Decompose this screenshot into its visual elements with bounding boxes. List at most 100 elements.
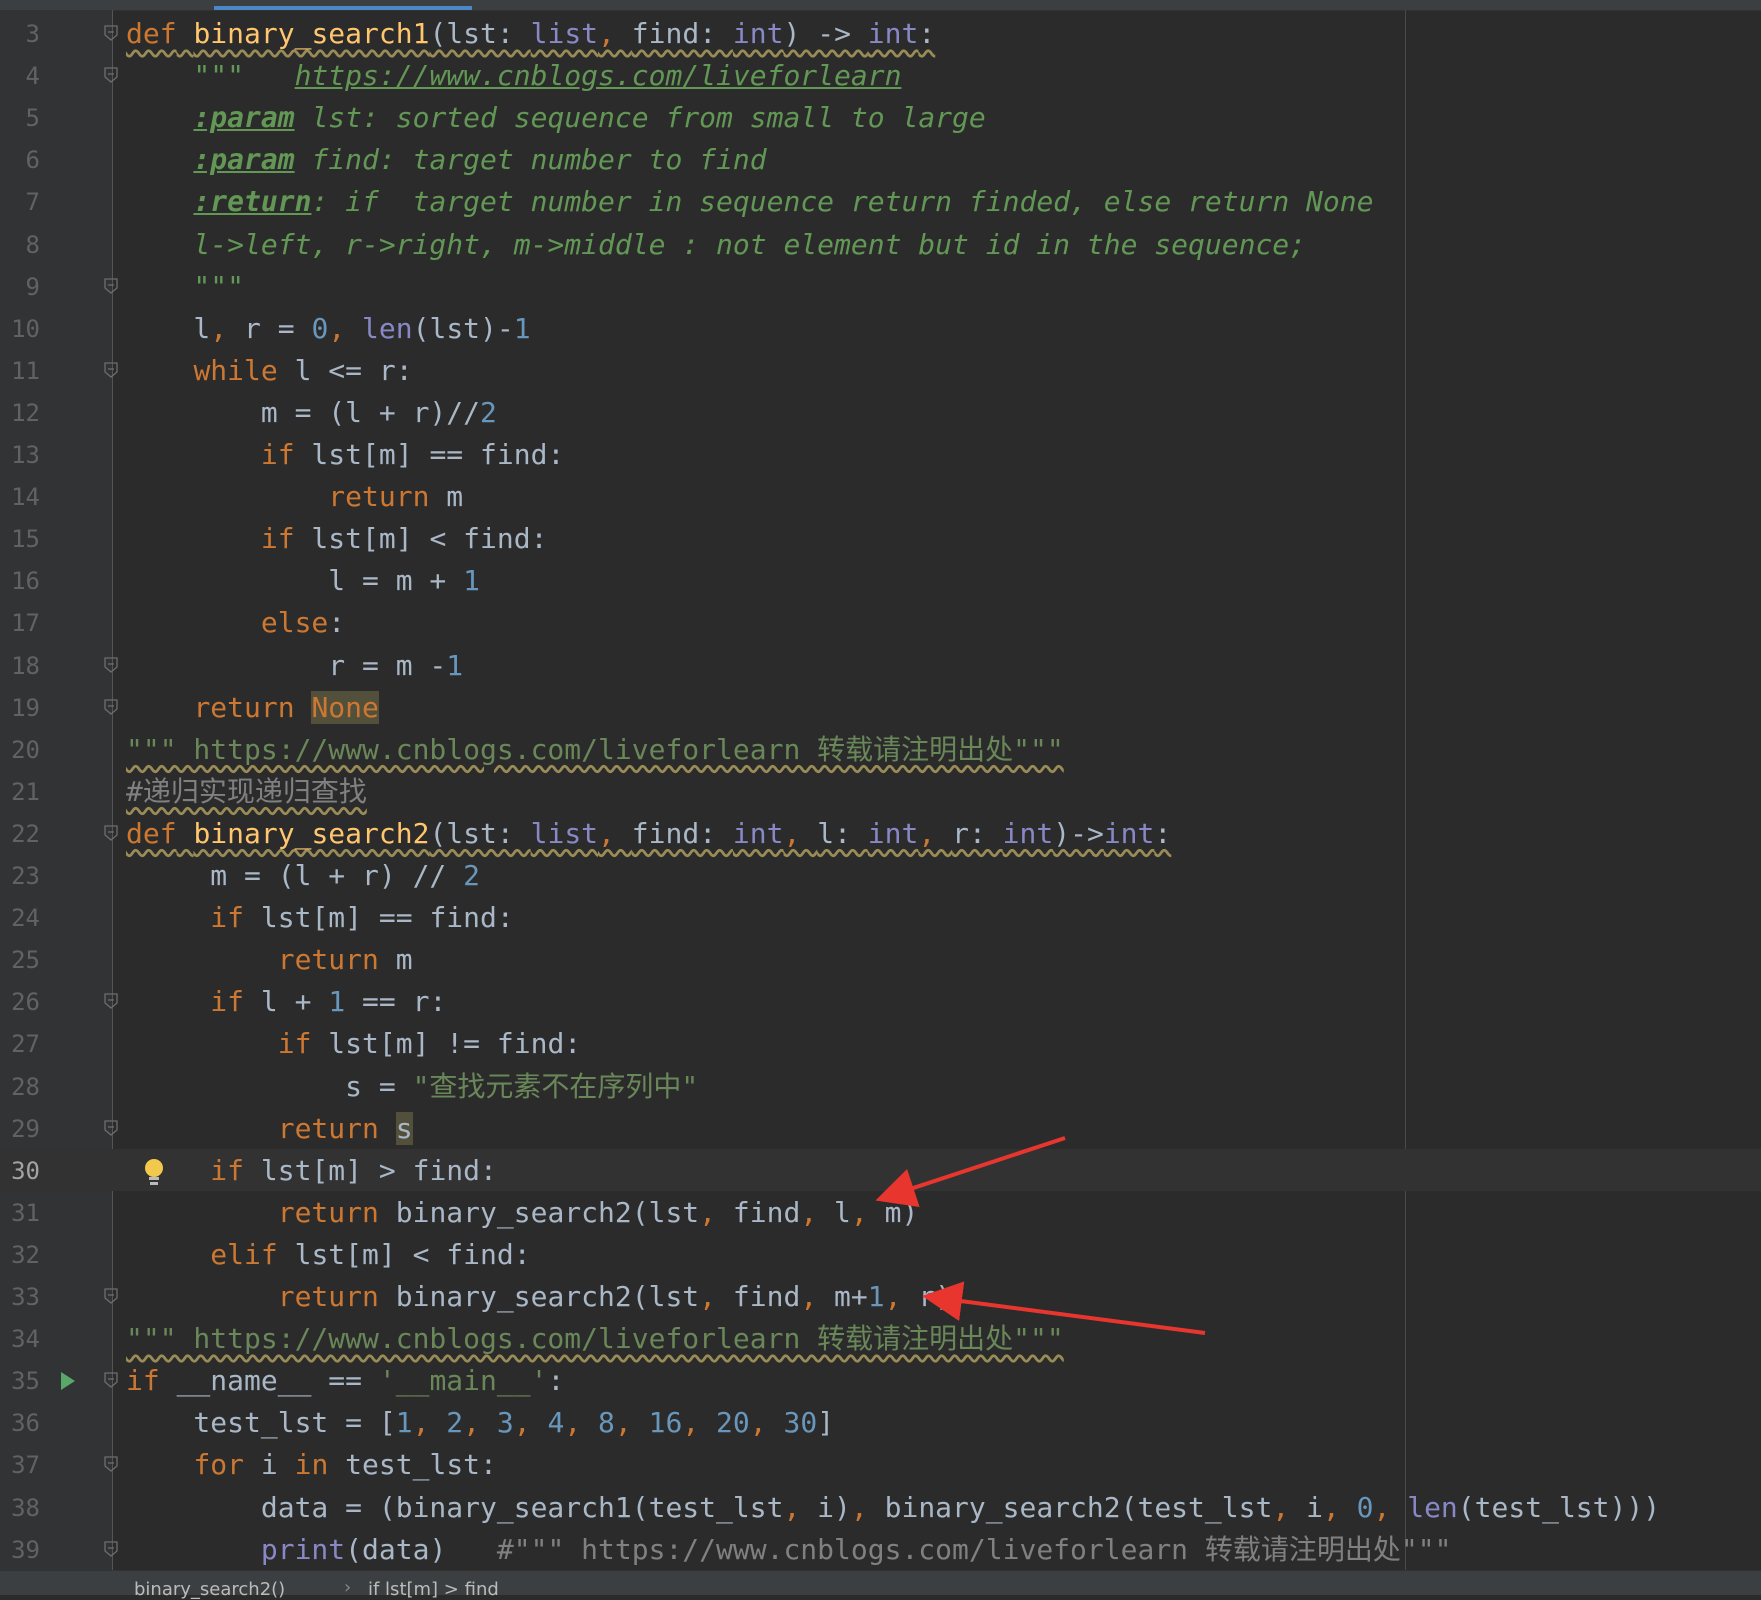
line-number[interactable]: 12 [0, 399, 40, 427]
code-text[interactable]: if lst[m] == find: [126, 902, 513, 934]
code-line[interactable]: 7 :return: if target number in sequence … [0, 180, 1761, 222]
code-text[interactable]: if lst[m] == find: [126, 439, 564, 471]
line-number[interactable]: 29 [0, 1115, 40, 1143]
line-number[interactable]: 26 [0, 988, 40, 1016]
code-text[interactable]: l->left, r->right, m->middle : not eleme… [126, 228, 1306, 261]
line-number[interactable]: 33 [0, 1283, 40, 1311]
fold-marker-icon[interactable] [104, 1540, 118, 1557]
code-line[interactable]: 31 return binary_search2(lst, find, l, m… [0, 1191, 1761, 1233]
code-text[interactable]: return None [126, 690, 379, 724]
code-text[interactable]: return binary_search2(lst, find, m+1, r) [126, 1281, 952, 1313]
line-number[interactable]: 18 [0, 652, 40, 680]
code-line[interactable]: 36 test_lst = [1, 2, 3, 4, 8, 16, 20, 30… [0, 1401, 1761, 1443]
fold-marker-icon[interactable] [104, 698, 118, 715]
line-number[interactable]: 17 [0, 609, 40, 637]
line-number[interactable]: 36 [0, 1409, 40, 1437]
line-number[interactable]: 37 [0, 1451, 40, 1479]
line-number[interactable]: 10 [0, 315, 40, 343]
fold-marker-icon[interactable] [104, 1119, 118, 1136]
code-text[interactable]: def binary_search1(lst: list, find: int)… [126, 18, 935, 50]
line-number[interactable]: 31 [0, 1199, 40, 1227]
line-number[interactable]: 16 [0, 567, 40, 595]
code-line[interactable]: 21 #递归实现递归查找 [0, 770, 1761, 812]
code-line[interactable]: 25 return m [0, 938, 1761, 980]
code-text[interactable]: return binary_search2(lst, find, l, m) [126, 1196, 919, 1229]
code-line[interactable]: 19 return None [0, 686, 1761, 728]
code-text[interactable]: l, r = 0, len(lst)-1 [126, 312, 530, 345]
code-text[interactable]: else: [126, 607, 345, 639]
code-text[interactable]: :return: if target number in sequence re… [126, 186, 1373, 218]
line-number[interactable]: 24 [0, 904, 40, 932]
code-line[interactable]: 32 elif lst[m] < find: [0, 1233, 1761, 1275]
code-text[interactable]: l = m + 1 [126, 565, 480, 597]
code-line[interactable]: 14 return m [0, 475, 1761, 517]
code-line[interactable]: 12 m = (l + r)//2 [0, 391, 1761, 433]
code-line[interactable]: 39 print(data) #""" https://www.cnblogs.… [0, 1528, 1761, 1570]
code-text[interactable]: data = (binary_search1(test_lst, i), bin… [126, 1491, 1660, 1524]
code-line[interactable]: 34 """ https://www.cnblogs.com/liveforlea… [0, 1317, 1761, 1359]
code-text[interactable]: if __name__ == '__main__': [126, 1365, 564, 1397]
code-text[interactable]: return m [126, 944, 413, 976]
code-text[interactable]: for i in test_lst: [126, 1449, 496, 1481]
code-line[interactable]: 3 def binary_search1(lst: list, find: int… [0, 12, 1761, 54]
code-text[interactable]: """ https://www.cnblogs.com/liveforlearn… [126, 733, 1064, 766]
line-number[interactable]: 23 [0, 862, 40, 890]
fold-marker-icon[interactable] [104, 1456, 118, 1473]
code-text[interactable]: s = "查找元素不在序列中" [126, 1070, 698, 1103]
code-text[interactable]: print(data) #""" https://www.cnblogs.com… [126, 1533, 1452, 1566]
code-text[interactable]: """ https://www.cnblogs.com/liveforlearn… [126, 1323, 1064, 1355]
line-number[interactable]: 4 [0, 62, 40, 90]
code-line[interactable]: 27 if lst[m] != find: [0, 1022, 1761, 1064]
fold-marker-icon[interactable] [104, 656, 118, 673]
code-line[interactable]: 24 if lst[m] == find: [0, 896, 1761, 938]
line-number[interactable]: 5 [0, 104, 40, 132]
breadcrumb-item-function[interactable]: binary_search2() [134, 1579, 285, 1600]
code-line[interactable]: 23 m = (l + r) // 2 [0, 854, 1761, 896]
code-line[interactable]: 10 l, r = 0, len(lst)-1 [0, 307, 1761, 349]
fold-marker-icon[interactable] [104, 825, 118, 841]
code-line[interactable]: 17 else: [0, 601, 1761, 643]
code-text[interactable]: def binary_search2(lst: list, find: int,… [126, 817, 1171, 850]
line-number[interactable]: 22 [0, 820, 40, 848]
code-line[interactable]: 20 """ https://www.cnblogs.com/liveforlea… [0, 728, 1761, 770]
fold-marker-icon[interactable] [104, 25, 118, 41]
active-tab-indicator[interactable] [214, 6, 472, 10]
line-number[interactable]: 38 [0, 1494, 40, 1522]
fold-marker-icon[interactable] [104, 1288, 118, 1304]
code-text[interactable]: m = (l + r)//2 [126, 396, 497, 429]
code-line[interactable]: 38 data = (binary_search1(test_lst, i), … [0, 1486, 1761, 1528]
line-number[interactable]: 3 [0, 20, 40, 48]
code-line[interactable]: 35 if __name__ == '__main__': [0, 1359, 1761, 1401]
code-line[interactable]: 22 def binary_search2(lst: list, find: in… [0, 812, 1761, 854]
code-text[interactable]: return s [126, 1111, 413, 1145]
code-line[interactable]: 5 :param lst: sorted sequence from small… [0, 96, 1761, 138]
line-number[interactable]: 14 [0, 483, 40, 511]
line-number[interactable]: 21 [0, 778, 40, 806]
code-line[interactable]: 11 while l <= r: [0, 349, 1761, 391]
line-number[interactable]: 19 [0, 694, 40, 722]
code-line[interactable]: 4 """ https://www.cnblogs.com/liveforlea… [0, 54, 1761, 96]
line-number[interactable]: 30 [0, 1157, 40, 1185]
line-number[interactable]: 11 [0, 357, 40, 385]
code-text[interactable]: if lst[m] > find: [126, 1154, 497, 1187]
run-play-icon[interactable] [58, 1370, 78, 1392]
code-line[interactable]: 30 if lst[m] > find: [0, 1148, 1761, 1191]
code-line[interactable]: 6 :param find: target number to find [0, 138, 1761, 180]
line-number[interactable]: 15 [0, 525, 40, 553]
code-line[interactable]: 37 for i in test_lst: [0, 1443, 1761, 1485]
fold-marker-icon[interactable] [104, 67, 118, 83]
code-text[interactable]: """ https://www.cnblogs.com/liveforlearn [126, 60, 901, 92]
fold-marker-icon[interactable] [104, 277, 118, 294]
line-number[interactable]: 6 [0, 146, 40, 174]
code-text[interactable]: while l <= r: [126, 354, 412, 387]
code-line[interactable]: 9 """ [0, 265, 1761, 307]
fold-marker-icon[interactable] [104, 1372, 118, 1389]
code-text[interactable]: #递归实现递归查找 [126, 775, 367, 808]
code-text[interactable]: if lst[m] != find: [126, 1028, 581, 1060]
code-text[interactable]: """ [126, 270, 244, 303]
code-line[interactable]: 26 if l + 1 == r: [0, 980, 1761, 1022]
line-number[interactable]: 32 [0, 1241, 40, 1269]
code-line[interactable]: 13 if lst[m] == find: [0, 433, 1761, 475]
line-number[interactable]: 39 [0, 1536, 40, 1564]
breadcrumb-item-statement[interactable]: if lst[m] > find [368, 1579, 499, 1600]
